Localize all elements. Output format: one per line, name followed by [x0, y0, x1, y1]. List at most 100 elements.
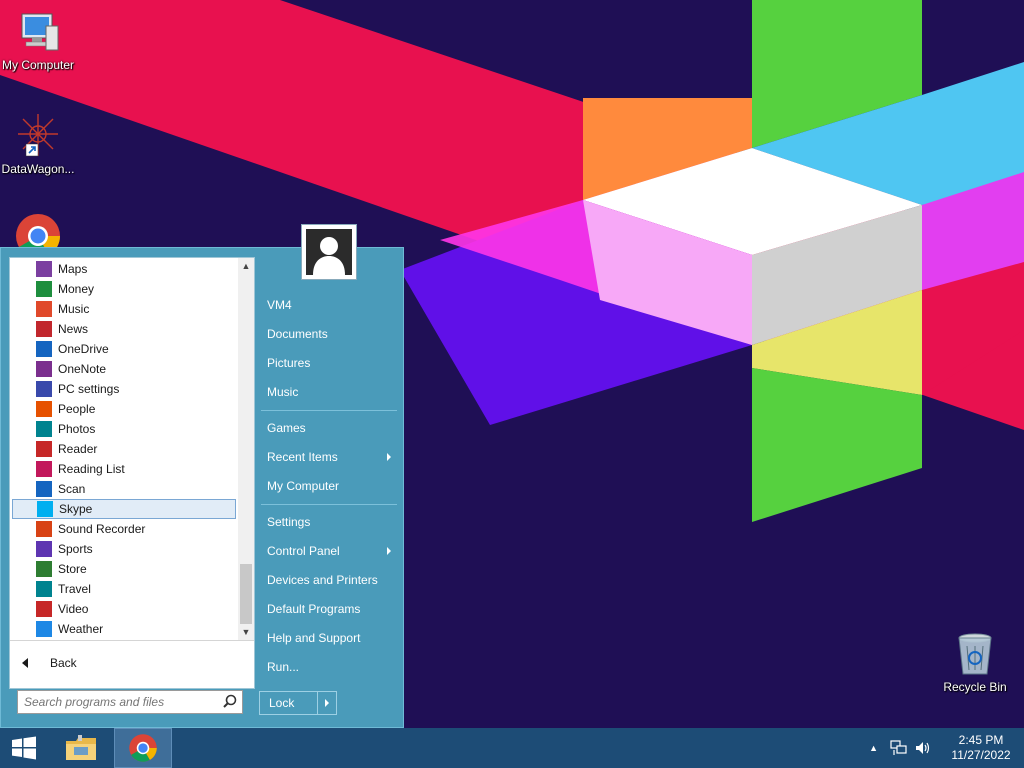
lock-button-group: Lock	[259, 691, 337, 715]
clock-date: 11/27/2022	[951, 748, 1011, 762]
menu-item-recent-items[interactable]: Recent Items	[259, 444, 399, 470]
clock[interactable]: 2:45 PM 11/27/2022	[938, 733, 1024, 763]
start-menu: Maps Money Music News OneDrive OneNote PC sett…	[0, 224, 404, 728]
menu-item-games-label: Games	[267, 421, 306, 435]
menu-item-documents-label: Documents	[267, 327, 328, 341]
clock-time: 2:45 PM	[958, 733, 1004, 747]
menu-item-default-programs-label: Default Programs	[267, 602, 361, 616]
program-label: Travel	[58, 582, 91, 596]
computer-icon	[21, 13, 59, 51]
program-label: Sound Recorder	[58, 522, 146, 536]
programs-pane: Maps Money Music News OneDrive OneNote PC sett…	[9, 257, 255, 689]
onedrive-icon	[36, 341, 52, 357]
volume-icon[interactable]	[914, 740, 932, 756]
program-item-reader[interactable]: Reader	[12, 439, 236, 459]
program-item-sports[interactable]: Sports	[12, 539, 236, 559]
sun-icon	[36, 621, 52, 637]
lock-options-button[interactable]	[318, 692, 336, 714]
taskbar-chrome[interactable]	[114, 728, 172, 768]
program-label: Reader	[58, 442, 98, 456]
file-explorer-icon	[66, 735, 96, 760]
menu-item-games[interactable]: Games	[259, 415, 399, 441]
scroll-down-arrow-icon[interactable]: ▼	[238, 624, 254, 640]
program-item-reading-list[interactable]: Reading List	[12, 459, 236, 479]
program-label: Video	[58, 602, 89, 616]
start-button[interactable]	[0, 728, 48, 768]
program-item-skype[interactable]: Skype	[12, 499, 236, 519]
program-label: People	[58, 402, 96, 416]
program-item-scan[interactable]: Scan	[12, 479, 236, 499]
network-icon[interactable]	[890, 740, 908, 756]
back-button[interactable]: Back	[18, 653, 77, 673]
scroll-up-arrow-icon[interactable]: ▲	[238, 258, 254, 274]
search-icon[interactable]	[220, 692, 240, 712]
search-input[interactable]	[18, 694, 220, 710]
program-label: Weather	[58, 622, 104, 636]
menu-separator	[261, 410, 397, 411]
menu-item-pictures[interactable]: Pictures	[259, 350, 399, 376]
trophy-icon	[36, 541, 52, 557]
desktop-icon-recycle-bin[interactable]: Recycle Bin	[933, 630, 1017, 694]
gear-icon	[36, 381, 52, 397]
reader-icon	[36, 441, 52, 457]
lock-button[interactable]: Lock	[260, 692, 318, 714]
program-label: Music	[58, 302, 90, 316]
menu-item-help-and-support[interactable]: Help and Support	[259, 625, 399, 651]
menu-separator	[261, 504, 397, 505]
menu-item-music[interactable]: Music	[259, 379, 399, 405]
programs-scrollbar[interactable]: ▲ ▼	[238, 258, 254, 640]
program-item-store[interactable]: Store	[12, 559, 236, 579]
suitcase-icon	[36, 581, 52, 597]
money-icon	[36, 281, 52, 297]
menu-item-devices-and-printers-label: Devices and Printers	[267, 573, 378, 587]
program-label: Store	[58, 562, 87, 576]
program-item-people[interactable]: People	[12, 399, 236, 419]
program-item-money[interactable]: Money	[12, 279, 236, 299]
program-label: Sports	[58, 542, 93, 556]
menu-item-pictures-label: Pictures	[267, 356, 311, 370]
scrollbar-thumb[interactable]	[240, 564, 252, 624]
taskbar: ▲ 2:45 PM 11/27/2022	[0, 728, 1024, 768]
program-item-pc-settings[interactable]: PC settings	[12, 379, 236, 399]
program-label: PC settings	[58, 382, 120, 396]
desktop-icon-label: My Computer	[1, 58, 75, 72]
program-item-sound-recorder[interactable]: Sound Recorder	[12, 519, 236, 539]
menu-item-control-panel[interactable]: Control Panel	[259, 538, 399, 564]
program-item-onenote[interactable]: OneNote	[12, 359, 236, 379]
desktop-icon-my-computer[interactable]: My Computer	[0, 8, 80, 72]
show-hidden-icons-icon[interactable]: ▲	[869, 743, 878, 753]
menu-item-documents[interactable]: Documents	[259, 321, 399, 347]
menu-item-devices-and-printers[interactable]: Devices and Printers	[259, 567, 399, 593]
program-item-maps[interactable]: Maps	[12, 259, 236, 279]
program-item-photos[interactable]: Photos	[12, 419, 236, 439]
skype-icon	[37, 501, 53, 517]
menu-item-my-computer[interactable]: My Computer	[259, 473, 399, 499]
program-item-weather[interactable]: Weather	[12, 619, 236, 639]
search-box[interactable]	[17, 690, 243, 714]
program-label: Reading List	[58, 462, 125, 476]
user-picture[interactable]	[301, 224, 357, 280]
menu-item-run[interactable]: Run...	[259, 654, 399, 680]
program-item-music[interactable]: Music	[12, 299, 236, 319]
menu-item-user[interactable]: VM4	[259, 292, 399, 318]
menu-item-user-label: VM4	[267, 298, 292, 312]
chevron-right-icon	[325, 699, 329, 707]
program-item-onedrive[interactable]: OneDrive	[12, 339, 236, 359]
menu-item-settings[interactable]: Settings	[259, 509, 399, 535]
program-label: News	[58, 322, 89, 336]
program-label: OneNote	[58, 362, 107, 376]
news-icon	[36, 321, 52, 337]
chevron-right-icon	[387, 547, 391, 555]
program-label: Maps	[58, 262, 88, 276]
menu-item-default-programs[interactable]: Default Programs	[259, 596, 399, 622]
desktop-icon-datawagon[interactable]: DataWagon...	[0, 112, 80, 176]
scan-icon	[36, 481, 52, 497]
program-item-video[interactable]: Video	[12, 599, 236, 619]
store-icon	[36, 561, 52, 577]
menu-item-settings-label: Settings	[267, 515, 311, 529]
program-item-travel[interactable]: Travel	[12, 579, 236, 599]
menu-item-music-label: Music	[267, 385, 299, 399]
program-label: Scan	[58, 482, 86, 496]
program-item-news[interactable]: News	[12, 319, 236, 339]
taskbar-file-explorer[interactable]	[56, 728, 106, 768]
